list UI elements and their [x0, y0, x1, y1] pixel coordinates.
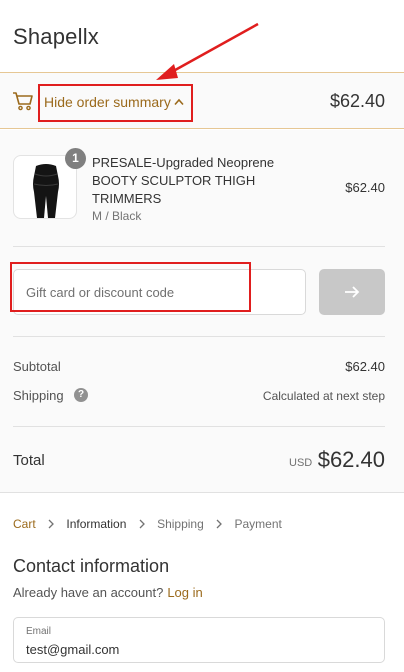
login-link[interactable]: Log in [167, 585, 202, 600]
contact-title: Contact information [13, 556, 170, 576]
chevron-right-icon [48, 519, 54, 529]
brand-logo[interactable]: Shapellx [13, 24, 99, 50]
breadcrumb-shipping: Shipping [157, 516, 204, 531]
total-label: Total [13, 452, 45, 469]
divider [0, 492, 404, 493]
account-prompt: Already have an account? Log in [13, 585, 203, 600]
product-name: PRESALE-Upgraded Neoprene BOOTY SCULPTOR… [92, 155, 275, 206]
product-price: $62.40 [345, 180, 385, 195]
account-prompt-text: Already have an account? [13, 585, 164, 600]
shipping-label: Shipping [13, 388, 64, 403]
quantity-badge: 1 [65, 148, 86, 169]
arrow-right-icon [345, 286, 360, 298]
breadcrumb-payment: Payment [234, 516, 282, 531]
divider [13, 246, 385, 247]
shipping-value: Calculated at next step [262, 389, 385, 403]
product-variant: M / Black [92, 209, 142, 223]
annotation-box-summary [38, 84, 193, 122]
apply-discount-button[interactable] [319, 269, 385, 315]
divider [13, 426, 385, 427]
summary-total: $62.40 [329, 91, 385, 111]
breadcrumb-information: Information [66, 516, 127, 531]
help-icon[interactable]: ? [74, 388, 88, 402]
currency-code: USD [289, 457, 313, 469]
chevron-right-icon [216, 519, 223, 529]
email-value[interactable]: test@gmail.com [26, 642, 119, 657]
subtotal-label: Subtotal [13, 359, 61, 374]
breadcrumb: Cart Information Shipping Payment [13, 516, 282, 531]
email-label: Email [26, 626, 52, 637]
breadcrumb-cart[interactable]: Cart [13, 517, 36, 531]
email-field[interactable]: Email test@gmail.com [13, 617, 385, 663]
divider [13, 336, 385, 337]
total-value: $62.40 [317, 447, 385, 472]
annotation-arrow [156, 22, 259, 80]
chevron-right-icon [139, 519, 145, 529]
subtotal-value: $62.40 [345, 359, 385, 374]
cart-icon [13, 92, 33, 111]
annotation-box-discount [10, 262, 251, 312]
